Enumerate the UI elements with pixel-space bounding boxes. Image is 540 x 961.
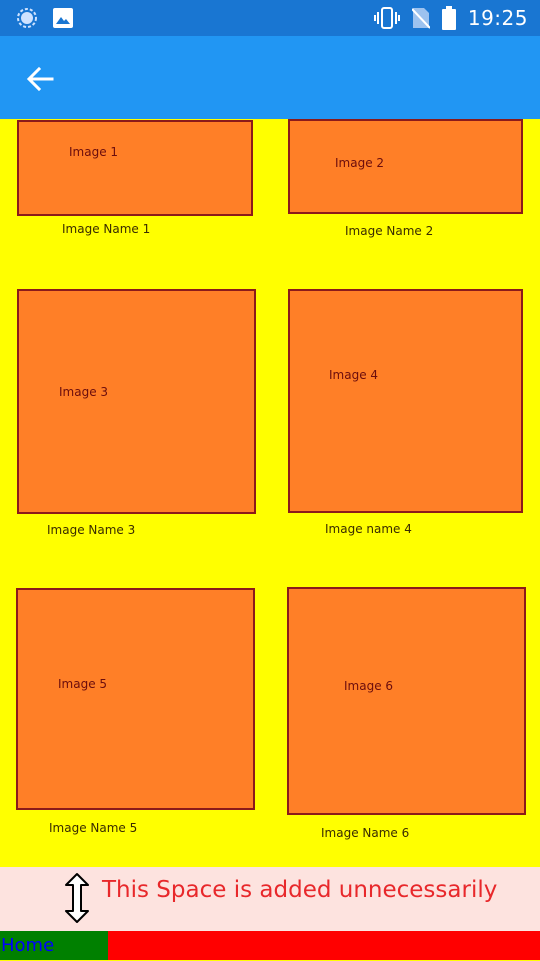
- status-right-icons: 19:25: [373, 6, 528, 30]
- image-label: Image 1: [69, 145, 119, 159]
- app-bar: [0, 36, 540, 119]
- image-label: Image 2: [335, 156, 385, 170]
- image-name-5: Image Name 5: [49, 821, 138, 835]
- image-tile-3[interactable]: Image 3: [17, 289, 256, 514]
- image-tile-2[interactable]: Image 2: [288, 119, 523, 214]
- image-tile-4[interactable]: Image 4: [288, 289, 523, 513]
- vibrate-icon: [373, 7, 400, 29]
- sync-icon: [17, 8, 37, 28]
- image-name-4: Image name 4: [325, 522, 412, 536]
- back-arrow-icon[interactable]: [24, 63, 56, 95]
- image-tile-1[interactable]: Image 1: [17, 120, 253, 216]
- image-grid: Image 1 Image Name 1 Image 2 Image Name …: [0, 119, 540, 867]
- image-label: Image 5: [58, 677, 108, 691]
- tab-home[interactable]: Home: [0, 931, 108, 960]
- battery-icon: [441, 6, 456, 30]
- image-label: Image 3: [59, 385, 109, 399]
- tab-bar-empty-area: [108, 931, 540, 960]
- image-name-6: Image Name 6: [321, 826, 410, 840]
- image-name-3: Image Name 3: [47, 523, 136, 537]
- image-tile-5[interactable]: Image 5: [16, 588, 255, 810]
- image-tile-6[interactable]: Image 6: [287, 587, 526, 815]
- image-label: Image 4: [329, 368, 379, 382]
- no-sim-icon: [411, 8, 430, 29]
- image-icon: [53, 8, 73, 28]
- image-label: Image 6: [344, 679, 394, 693]
- annotation-text: This Space is added unnecessarily: [102, 877, 498, 903]
- double-arrow-icon: [65, 873, 89, 923]
- unnecessary-space-area: This Space is added unnecessarily: [0, 867, 540, 931]
- image-name-1: Image Name 1: [62, 222, 151, 236]
- tab-bar: Home: [0, 931, 540, 960]
- status-time: 19:25: [467, 6, 528, 30]
- image-name-2: Image Name 2: [345, 224, 434, 238]
- status-left-icons: [16, 7, 74, 29]
- status-bar: 19:25: [0, 0, 540, 36]
